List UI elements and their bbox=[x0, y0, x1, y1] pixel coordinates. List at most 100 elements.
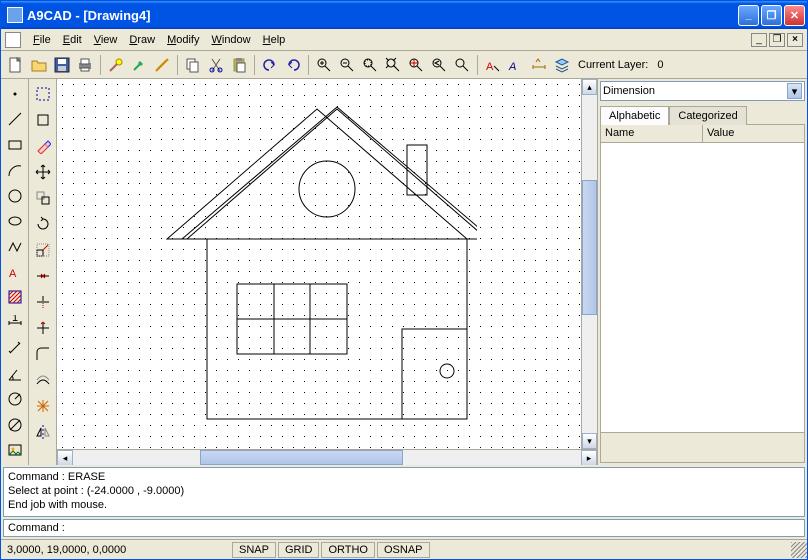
draw-area: ▴ ▾ ◂ ▸ bbox=[57, 79, 597, 465]
zoom-realtime-button[interactable] bbox=[405, 54, 427, 76]
dim-angular-tool[interactable] bbox=[3, 362, 27, 385]
redo-button[interactable] bbox=[282, 54, 304, 76]
properties-panel: Dimension ▾ Alphabetic Categorized Name … bbox=[597, 79, 807, 465]
pick-button[interactable] bbox=[128, 54, 150, 76]
svg-text:A: A bbox=[9, 268, 17, 280]
mirror-tool[interactable] bbox=[31, 420, 55, 444]
undo-button[interactable] bbox=[259, 54, 281, 76]
menu-modify[interactable]: Modify bbox=[161, 32, 205, 48]
offset-tool[interactable] bbox=[31, 368, 55, 392]
horizontal-scrollbar[interactable]: ◂ ▸ bbox=[57, 449, 597, 465]
explode-tool[interactable] bbox=[31, 394, 55, 418]
line-tool[interactable] bbox=[3, 107, 27, 130]
zoom-all-button[interactable] bbox=[451, 54, 473, 76]
extend-tool[interactable] bbox=[31, 316, 55, 340]
chevron-down-icon[interactable]: ▾ bbox=[787, 83, 802, 99]
menu-view[interactable]: View bbox=[88, 32, 124, 48]
scale-tool[interactable] bbox=[31, 238, 55, 262]
rotate-tool[interactable] bbox=[31, 212, 55, 236]
dim-radius-tool[interactable] bbox=[3, 388, 27, 411]
zoom-window-button[interactable] bbox=[359, 54, 381, 76]
scroll-thumb[interactable] bbox=[200, 450, 403, 465]
dim-linear-tool[interactable]: 1 bbox=[3, 311, 27, 334]
zoom-extents-button[interactable] bbox=[382, 54, 404, 76]
draw-palette: A 1 bbox=[1, 79, 29, 465]
new-file-button[interactable] bbox=[5, 54, 27, 76]
mdi-close-button[interactable]: × bbox=[787, 33, 803, 47]
drawing-canvas[interactable] bbox=[57, 79, 581, 449]
mdi-doc-icon[interactable] bbox=[5, 32, 21, 48]
window-title: A9CAD - [Drawing4] bbox=[27, 8, 738, 23]
scroll-down-icon[interactable]: ▾ bbox=[582, 433, 597, 449]
zoom-out-button[interactable] bbox=[336, 54, 358, 76]
save-button[interactable] bbox=[51, 54, 73, 76]
ellipse-tool[interactable] bbox=[3, 209, 27, 232]
erase-tool[interactable] bbox=[31, 134, 55, 158]
fillet-tool[interactable] bbox=[31, 342, 55, 366]
svg-text:1: 1 bbox=[12, 315, 18, 324]
client-area: A 1 bbox=[1, 79, 807, 465]
copy-mod-tool[interactable] bbox=[31, 186, 55, 210]
scroll-up-icon[interactable]: ▴ bbox=[582, 79, 597, 95]
dim-style-button[interactable] bbox=[528, 54, 550, 76]
zoom-previous-button[interactable] bbox=[428, 54, 450, 76]
menu-window[interactable]: Window bbox=[205, 32, 256, 48]
select-window-tool[interactable] bbox=[31, 108, 55, 132]
measure-button[interactable] bbox=[151, 54, 173, 76]
minimize-button[interactable]: _ bbox=[738, 5, 759, 26]
scroll-thumb[interactable] bbox=[582, 180, 597, 315]
match-prop-button[interactable] bbox=[105, 54, 127, 76]
move-tool[interactable] bbox=[31, 160, 55, 184]
property-body bbox=[601, 143, 804, 432]
polyline-tool[interactable] bbox=[3, 235, 27, 258]
col-name[interactable]: Name bbox=[601, 125, 703, 142]
trim-tool[interactable] bbox=[31, 290, 55, 314]
snap-toggle[interactable]: SNAP bbox=[232, 542, 276, 558]
layers-button[interactable] bbox=[551, 54, 573, 76]
cut-button[interactable] bbox=[205, 54, 227, 76]
col-value[interactable]: Value bbox=[703, 125, 804, 142]
command-input[interactable]: Command : bbox=[3, 519, 805, 537]
hatch-tool[interactable] bbox=[3, 286, 27, 309]
break-tool[interactable] bbox=[31, 264, 55, 288]
menu-help[interactable]: Help bbox=[257, 32, 292, 48]
dim-aligned-tool[interactable] bbox=[3, 337, 27, 360]
point-tool[interactable] bbox=[3, 82, 27, 105]
app-window: A9CAD - [Drawing4] _ ❐ ✕ File Edit View … bbox=[0, 0, 808, 560]
text-style-button[interactable]: A bbox=[482, 54, 504, 76]
svg-text:A: A bbox=[486, 61, 494, 73]
ortho-toggle[interactable]: ORTHO bbox=[321, 542, 375, 558]
arc-tool[interactable] bbox=[3, 158, 27, 181]
vertical-scrollbar[interactable]: ▴ ▾ bbox=[581, 79, 597, 449]
menu-file[interactable]: File bbox=[27, 32, 57, 48]
object-type-combo[interactable]: Dimension ▾ bbox=[600, 81, 805, 101]
mdi-restore-button[interactable]: ❐ bbox=[769, 33, 785, 47]
titlebar[interactable]: A9CAD - [Drawing4] _ ❐ ✕ bbox=[1, 1, 807, 29]
resize-grip-icon[interactable] bbox=[791, 542, 807, 558]
paste-button[interactable] bbox=[228, 54, 250, 76]
property-grid[interactable]: Name Value bbox=[600, 124, 805, 463]
tab-alphabetic[interactable]: Alphabetic bbox=[600, 106, 669, 125]
mdi-minimize-button[interactable]: _ bbox=[751, 33, 767, 47]
copy-button[interactable] bbox=[182, 54, 204, 76]
zoom-in-button[interactable] bbox=[313, 54, 335, 76]
circle-tool[interactable] bbox=[3, 184, 27, 207]
tab-categorized[interactable]: Categorized bbox=[669, 106, 746, 125]
text-tool[interactable]: A bbox=[3, 260, 27, 283]
image-tool[interactable] bbox=[3, 439, 27, 462]
open-file-button[interactable] bbox=[28, 54, 50, 76]
scroll-left-icon[interactable]: ◂ bbox=[57, 450, 73, 465]
dim-diameter-tool[interactable] bbox=[3, 413, 27, 436]
select-tool[interactable] bbox=[31, 82, 55, 106]
menu-draw[interactable]: Draw bbox=[123, 32, 161, 48]
text-settings-button[interactable]: A bbox=[505, 54, 527, 76]
osnap-toggle[interactable]: OSNAP bbox=[377, 542, 430, 558]
print-button[interactable] bbox=[74, 54, 96, 76]
maximize-button[interactable]: ❐ bbox=[761, 5, 782, 26]
command-history: Command : ERASE Select at point : (-24.0… bbox=[3, 467, 805, 517]
close-button[interactable]: ✕ bbox=[784, 5, 805, 26]
rect-tool[interactable] bbox=[3, 133, 27, 156]
grid-toggle[interactable]: GRID bbox=[278, 542, 320, 558]
menu-edit[interactable]: Edit bbox=[57, 32, 88, 48]
scroll-right-icon[interactable]: ▸ bbox=[581, 450, 597, 465]
